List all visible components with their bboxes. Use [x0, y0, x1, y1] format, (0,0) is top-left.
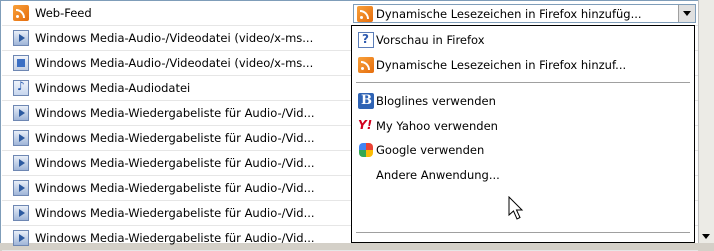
- content-type-label: Windows Media-Wiedergabeliste für Audio-…: [35, 106, 315, 120]
- bloglines-icon: [358, 93, 374, 109]
- media-player-file-icon: [13, 180, 29, 196]
- media-player-file-icon: [13, 30, 29, 46]
- menu-item-label: My Yahoo verwenden: [376, 119, 498, 133]
- action-dropdown-value: Dynamische Lesezeichen in Firefox hinzuf…: [376, 6, 642, 21]
- help-icon: [358, 32, 374, 48]
- media-player-file-icon: [13, 230, 29, 246]
- media-player-file-icon: [13, 105, 29, 121]
- menu-item-google[interactable]: Google verwenden: [352, 138, 694, 162]
- content-type-label: Windows Media-Wiedergabeliste für Audio-…: [35, 181, 315, 195]
- menu-item-label: Dynamische Lesezeichen in Firefox hinzuf…: [376, 58, 627, 72]
- action-cell[interactable]: Dynamische Lesezeichen in Firefox hinzuf…: [352, 1, 698, 25]
- menu-item-bloglines[interactable]: Bloglines verwenden: [352, 89, 694, 113]
- content-type-label: Windows Media-Audiodatei: [35, 81, 191, 95]
- table-row-web-feed[interactable]: Web-Feed Dynamische Lesezeichen in Firef…: [2, 1, 698, 26]
- menu-item-other-application[interactable]: Andere Anwendung...: [352, 163, 694, 187]
- google-icon: [358, 142, 374, 158]
- content-type-cell: Web-Feed: [2, 1, 348, 25]
- rss-feed-icon: [13, 5, 29, 21]
- menu-separator: [356, 232, 690, 233]
- menu-item-label: Andere Anwendung...: [376, 168, 500, 182]
- menu-item-label: Bloglines verwenden: [376, 94, 496, 108]
- menu-item-label: Vorschau in Firefox: [376, 33, 485, 47]
- media-player-file-icon: [13, 205, 29, 221]
- menu-item-preview[interactable]: Vorschau in Firefox: [352, 28, 694, 52]
- menu-item-label: Google verwenden: [376, 143, 485, 157]
- content-type-label: Windows Media-Wiedergabeliste für Audio-…: [35, 206, 315, 220]
- media-player-file-icon: [13, 130, 29, 146]
- mouse-pointer-icon: [508, 196, 524, 220]
- content-type-label: Windows Media-Audio-/Videodatei (video/x…: [35, 31, 314, 45]
- action-dropdown[interactable]: Dynamische Lesezeichen in Firefox hinzuf…: [353, 4, 696, 23]
- yahoo-icon: [358, 118, 374, 134]
- menu-separator: [356, 82, 690, 83]
- media-video-file-icon: [13, 55, 29, 71]
- content-type-label: Windows Media-Wiedergabeliste für Audio-…: [35, 131, 315, 145]
- content-type-label: Windows Media-Wiedergabeliste für Audio-…: [35, 156, 315, 170]
- rss-feed-icon: [357, 5, 373, 22]
- dropdown-arrow-button[interactable]: [678, 5, 695, 22]
- content-type-label: Windows Media-Audio-/Videodatei (video/x…: [35, 56, 314, 70]
- rss-feed-icon: [358, 57, 374, 73]
- menu-item-yahoo[interactable]: My Yahoo verwenden: [352, 114, 694, 138]
- menu-item-live-bookmarks[interactable]: Dynamische Lesezeichen in Firefox hinzuf…: [352, 53, 694, 77]
- content-type-label: Web-Feed: [35, 6, 92, 20]
- scroll-down-arrow-icon[interactable]: [702, 234, 710, 239]
- media-player-file-icon: [13, 155, 29, 171]
- vertical-scrollbar[interactable]: [698, 0, 714, 243]
- audio-note-icon: [13, 79, 29, 96]
